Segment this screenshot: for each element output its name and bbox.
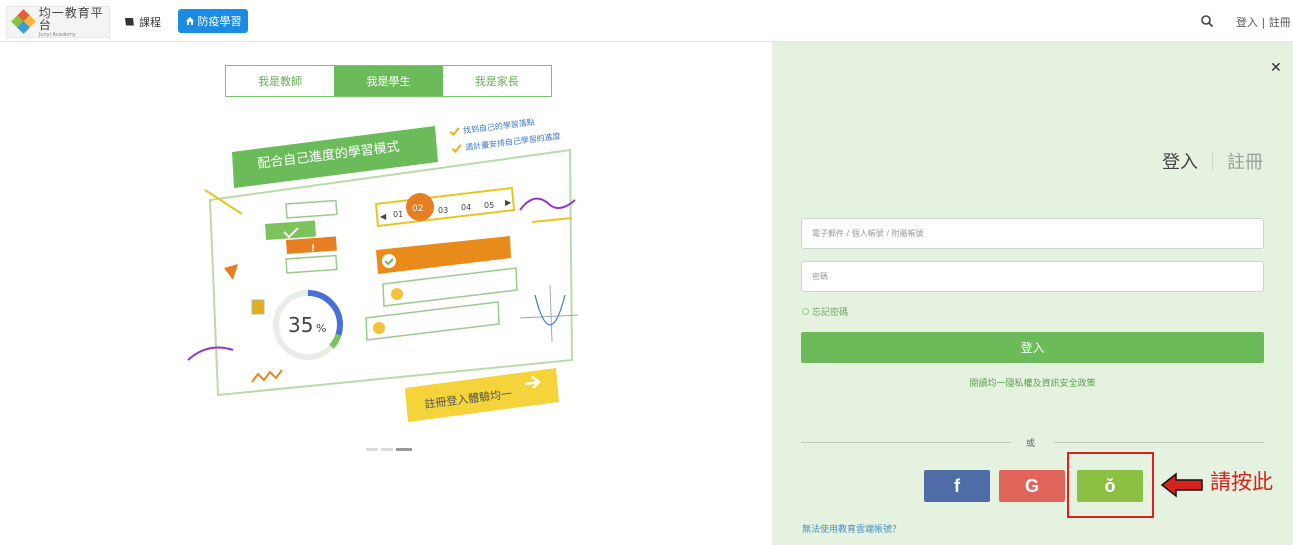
step-label: 05	[484, 201, 494, 210]
carousel-dot[interactable]	[366, 448, 378, 451]
check-icon	[449, 127, 460, 137]
step-label: 03	[438, 206, 448, 215]
press-here-annotation: 請按此	[1210, 470, 1273, 494]
forgot-password-link[interactable]: 忘記密碼	[802, 305, 848, 318]
google-icon: G	[1024, 475, 1039, 496]
field-shape	[285, 254, 338, 274]
step-right-arrow: ▶	[505, 198, 512, 207]
left-arrow-icon	[1160, 472, 1203, 498]
login-panel: ✕ 登入 註冊 電子郵件 / 個人帳號 / 附屬帳號 密碼 忘記密碼 登入 閱讀…	[772, 42, 1293, 545]
nav-course-link[interactable]: 課程	[124, 14, 161, 30]
password-field[interactable]: 密碼	[801, 261, 1264, 292]
nav-course-label: 課程	[139, 16, 161, 29]
email-field[interactable]: 電子郵件 / 個人帳號 / 附屬帳號	[801, 218, 1264, 249]
student-learning-illustration: 配合自己進度的學習模式 找到自己的學習落點 週計畫安排自己學習的進度 ! 35 …	[187, 117, 579, 422]
nav-pill-label: 防疫學習	[197, 15, 242, 28]
tab-register[interactable]: 註冊	[1227, 148, 1263, 174]
book-icon	[125, 18, 134, 27]
logo-text: 均一教育平台	[38, 5, 104, 32]
facebook-login-button[interactable]: f	[924, 470, 990, 502]
nav-epidemic-learning-button[interactable]: 防疫學習	[178, 9, 248, 33]
login-register-link[interactable]: 登入 | 註冊	[1236, 14, 1291, 30]
junyi-logo-icon	[11, 9, 36, 34]
tab-login[interactable]: 登入	[1162, 148, 1198, 174]
divider	[1212, 152, 1213, 170]
step-left-arrow: ◀	[380, 212, 387, 221]
step-label: 04	[461, 203, 471, 212]
step-label: 01	[393, 210, 403, 219]
close-icon[interactable]: ✕	[1270, 60, 1282, 76]
tab-parent[interactable]: 我是家長	[443, 66, 551, 96]
login-button[interactable]: 登入	[801, 332, 1264, 363]
cannot-use-edu-account-link[interactable]: 無法使用教育雲端帳號？	[802, 522, 901, 535]
progress-value: 35	[288, 313, 313, 337]
tab-teacher[interactable]: 我是教師	[226, 66, 334, 96]
email-placeholder: 電子郵件 / 個人帳號 / 附屬帳號	[812, 229, 924, 238]
carousel-dots	[366, 448, 412, 451]
role-tabs: 我是教師 我是學生 我是家長	[225, 65, 552, 97]
check-item-2: 週計畫安排自己學習的進度	[465, 131, 562, 153]
logo[interactable]: 均一教育平台 Junyi Academy	[6, 6, 110, 38]
privacy-policy-link[interactable]: 閱讀均一隱私權及資訊安全政策	[772, 376, 1293, 389]
carousel-dot-active[interactable]	[396, 448, 412, 451]
or-label: 或	[1026, 439, 1036, 449]
step-label: 02	[412, 204, 423, 214]
illustration-card	[208, 148, 574, 397]
radio-icon	[802, 308, 809, 315]
facebook-icon: f	[954, 475, 960, 496]
beaker-icon	[251, 299, 265, 315]
forgot-password-label: 忘記密碼	[812, 308, 849, 318]
tab-student[interactable]: 我是學生	[334, 66, 443, 96]
highlight-annotation	[1067, 452, 1154, 518]
check-item-1: 找到自己的學習落點	[463, 117, 536, 136]
field-shape	[285, 199, 338, 219]
carousel-dot[interactable]	[381, 448, 393, 451]
exclamation-icon: !	[311, 244, 315, 254]
progress-unit: %	[316, 322, 326, 335]
password-placeholder: 密碼	[812, 272, 828, 281]
search-icon[interactable]	[1200, 14, 1214, 28]
logo-subtext: Junyi Academy	[38, 31, 76, 38]
check-icon	[451, 144, 462, 154]
google-login-button[interactable]: G	[999, 470, 1065, 502]
home-icon	[185, 17, 194, 25]
or-divider: 或	[801, 439, 1264, 449]
top-navbar: 均一教育平台 Junyi Academy 課程 防疫學習 登入 | 註冊	[0, 0, 1293, 42]
login-register-switch: 登入 註冊	[1162, 148, 1263, 174]
